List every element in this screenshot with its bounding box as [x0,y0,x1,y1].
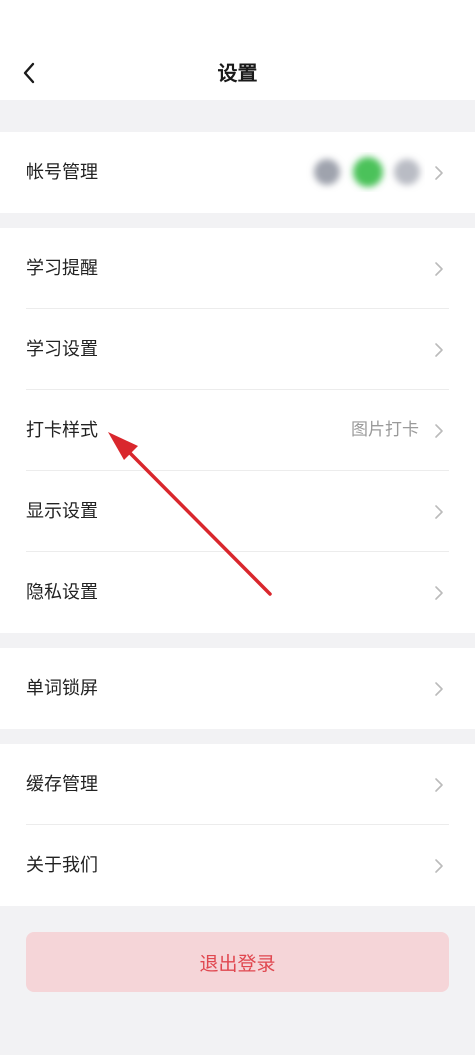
page-title: 设置 [217,61,258,85]
study-reminder-label: 学习提醒 [26,258,98,279]
lockscreen-group: 单词锁屏 [0,648,475,729]
account-avatars [314,157,420,187]
display-settings-row[interactable]: 显示设置 [0,471,475,552]
top-bar: 设置 [0,0,475,100]
chevron-right-icon [435,262,443,276]
display-settings-label: 显示设置 [26,501,98,522]
chevron-right-icon [435,778,443,792]
about-us-row[interactable]: 关于我们 [0,825,475,906]
cache-management-label: 缓存管理 [26,774,98,795]
account-group: 帐号管理 [0,132,475,213]
chevron-right-icon [435,682,443,696]
privacy-settings-label: 隐私设置 [26,582,98,603]
word-lockscreen-label: 单词锁屏 [26,678,98,699]
avatar [353,157,383,187]
checkin-style-row[interactable]: 打卡样式 图片打卡 [0,390,475,471]
chevron-right-icon [435,424,443,438]
account-management-label: 帐号管理 [26,162,98,183]
cache-management-row[interactable]: 缓存管理 [0,744,475,825]
avatar [314,159,340,185]
checkin-style-label: 打卡样式 [26,420,98,441]
logout-button[interactable]: 退出登录 [26,932,449,992]
study-reminder-row[interactable]: 学习提醒 [0,228,475,309]
chevron-right-icon [435,859,443,873]
account-management-row[interactable]: 帐号管理 [0,132,475,213]
privacy-settings-row[interactable]: 隐私设置 [0,552,475,633]
study-settings-label: 学习设置 [26,339,98,360]
chevron-right-icon [435,505,443,519]
chevron-right-icon [435,586,443,600]
misc-group: 缓存管理 关于我们 [0,744,475,906]
checkin-style-value: 图片打卡 [351,420,419,440]
study-settings-row[interactable]: 学习设置 [0,309,475,390]
chevron-right-icon [435,166,443,180]
avatar [394,159,420,185]
word-lockscreen-row[interactable]: 单词锁屏 [0,648,475,729]
chevron-right-icon [435,343,443,357]
study-settings-group: 学习提醒 学习设置 打卡样式 图片打卡 显示设置 隐私设置 [0,228,475,633]
about-us-label: 关于我们 [26,855,98,876]
